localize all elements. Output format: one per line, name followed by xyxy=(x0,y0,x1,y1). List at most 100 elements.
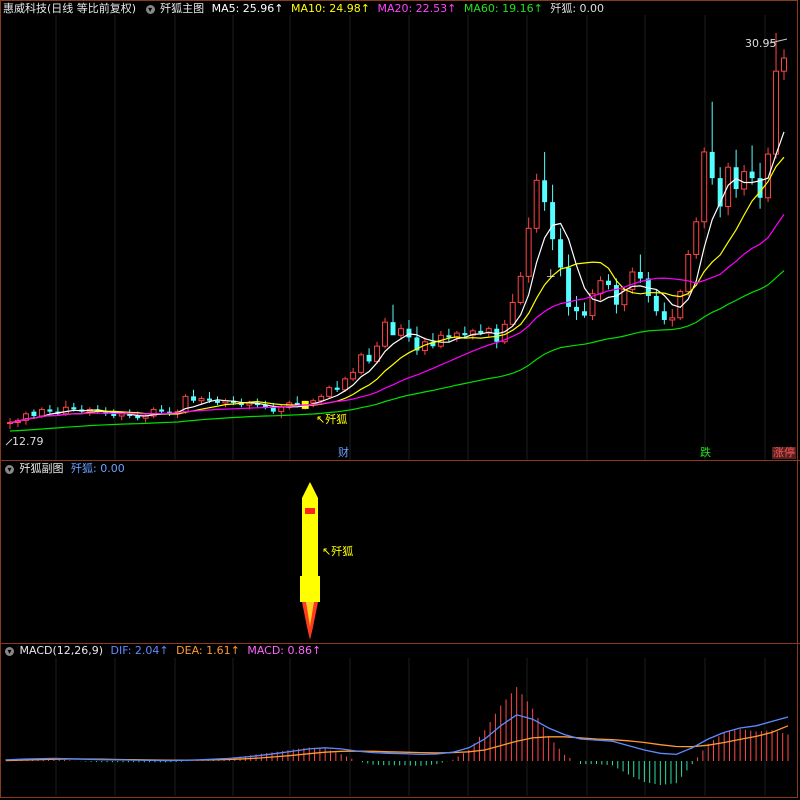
candle-body xyxy=(701,151,708,223)
candle-body xyxy=(342,378,349,391)
ma20-line xyxy=(9,214,785,424)
candle xyxy=(406,319,412,342)
candle-body xyxy=(525,227,532,277)
candle-body xyxy=(406,328,412,338)
candle xyxy=(589,289,596,320)
candle-body xyxy=(749,171,755,179)
candle-body xyxy=(597,280,604,295)
candle-body xyxy=(118,413,125,417)
candle xyxy=(749,145,755,185)
ma20-label: MA20: 22.53↑ xyxy=(377,2,457,15)
candle xyxy=(733,149,739,198)
main-indicator-name[interactable]: 歼狐主图 xyxy=(160,2,204,15)
candle-body xyxy=(685,254,692,293)
event-zhangting[interactable]: 涨停 xyxy=(772,447,796,459)
candle-body xyxy=(653,295,659,312)
candle-body xyxy=(725,166,732,207)
macd-indicator-name[interactable]: MACD(12,26,9) xyxy=(20,644,104,657)
candle xyxy=(31,409,37,419)
candle-body xyxy=(198,398,205,402)
candle-body xyxy=(566,267,572,307)
candle-body xyxy=(214,400,220,403)
panel-divider[interactable] xyxy=(0,460,800,461)
settings-icon[interactable]: ▾ xyxy=(145,5,155,14)
candle xyxy=(757,162,763,209)
candle xyxy=(159,405,165,414)
signal-annotation-main: ↖歼狐 xyxy=(316,413,348,426)
candle-body xyxy=(478,330,484,334)
candle-body xyxy=(765,153,772,199)
candle-body xyxy=(533,179,540,229)
candle-body xyxy=(207,398,212,401)
main-header: 惠威科技(日线 等比前复权) ▾ 歼狐主图 MA5: 25.96↑ MA10: … xyxy=(3,2,608,16)
candle-body xyxy=(709,151,715,179)
macd-header: ▾ MACD(12,26,9) DIF: 2.04↑ DEA: 1.61↑ MA… xyxy=(3,644,325,658)
candle xyxy=(582,302,587,318)
candle xyxy=(685,250,692,296)
candle-body xyxy=(334,387,340,390)
ma5-line xyxy=(9,131,785,424)
ma60-label: MA60: 19.16↑ xyxy=(463,2,543,15)
candle-body xyxy=(605,280,611,286)
candle xyxy=(542,151,548,211)
candle xyxy=(597,276,604,301)
candlestick-chart[interactable] xyxy=(0,15,800,460)
top-marker: ⊥ xyxy=(546,267,556,280)
candle xyxy=(446,328,452,342)
candle-body xyxy=(38,408,45,417)
settings-icon[interactable]: ▾ xyxy=(5,647,14,656)
candle-body xyxy=(781,57,787,72)
candle-body xyxy=(318,395,325,402)
candle-body xyxy=(278,406,285,413)
candle-body xyxy=(509,302,516,325)
candle xyxy=(390,304,396,336)
candle-body xyxy=(542,180,548,203)
candle-body xyxy=(382,321,389,347)
dif-label: DIF: 2.04↑ xyxy=(110,644,169,657)
event-cai[interactable]: 财 xyxy=(338,447,349,459)
candle xyxy=(566,254,572,316)
candle-body xyxy=(350,371,357,380)
candle-body xyxy=(159,409,165,412)
event-die[interactable]: 跌 xyxy=(700,447,711,459)
macd-label: MACD: 0.86↑ xyxy=(247,644,322,657)
candle xyxy=(14,418,21,427)
dea-label: DEA: 1.61↑ xyxy=(176,644,240,657)
candle-body xyxy=(374,345,381,362)
dif-line xyxy=(5,714,789,762)
candle xyxy=(382,317,389,349)
dea-line xyxy=(5,725,789,762)
rocket-signal xyxy=(300,482,320,640)
candle xyxy=(167,407,173,416)
candle-body xyxy=(111,413,117,416)
candle xyxy=(709,101,715,185)
rocket-body-lower xyxy=(302,568,318,576)
candle xyxy=(462,326,468,338)
signal-label: 歼狐: 0.00 xyxy=(550,2,605,15)
candle xyxy=(517,271,524,305)
candle xyxy=(637,254,643,283)
ma10-label: MA10: 24.98↑ xyxy=(291,2,370,15)
candle xyxy=(509,293,516,327)
candle xyxy=(741,165,748,196)
candle-body xyxy=(71,407,77,410)
low-price-label: 12.79 xyxy=(12,435,44,448)
signal-annotation-sub: ↖歼狐 xyxy=(322,545,354,558)
candle-body xyxy=(326,387,333,397)
candle-body xyxy=(47,409,53,412)
macd-chart[interactable] xyxy=(0,658,800,796)
rocket-nose xyxy=(302,482,318,498)
candle-body xyxy=(358,354,365,373)
rocket-window xyxy=(305,508,315,514)
candle-body xyxy=(669,317,676,321)
candle xyxy=(47,405,53,414)
candle-body xyxy=(446,335,452,338)
candle-body xyxy=(517,275,524,304)
candle-body xyxy=(462,333,468,336)
candle xyxy=(191,389,196,403)
candle-body xyxy=(135,415,141,419)
candle-body xyxy=(637,271,643,279)
candle xyxy=(334,381,340,392)
candle xyxy=(350,367,357,382)
candle-body xyxy=(558,239,564,268)
